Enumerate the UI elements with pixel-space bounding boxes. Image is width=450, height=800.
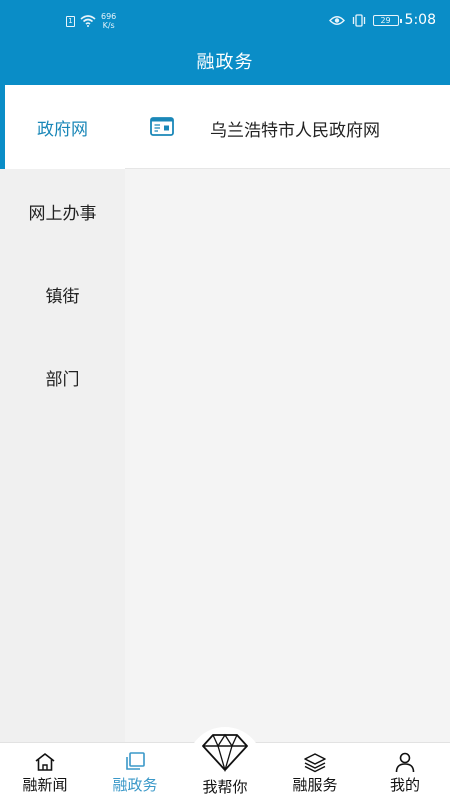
sidebar-item-label: 镇街 (45, 286, 80, 307)
network-speed-unit: K/s (102, 21, 115, 30)
page-title: 融政务 (196, 52, 254, 73)
network-speed-value: 696 (101, 12, 117, 21)
clock: 5:08 (404, 12, 436, 28)
battery-level: 29 (380, 15, 391, 25)
pages-icon (126, 752, 145, 770)
list-item-label: 乌兰浩特市人民政府网 (210, 121, 380, 141)
sidebar-item-label: 网上办事 (28, 203, 97, 224)
nav-item-news[interactable]: 融新闻 (0, 743, 90, 800)
app-header: 1 696 K/s 29 5:08 融政务 (0, 0, 450, 85)
status-right: 29 5:08 (328, 12, 436, 28)
nav-item-profile[interactable]: 我的 (360, 743, 450, 800)
nav-item-help[interactable]: 我帮你 (180, 732, 270, 800)
vibrate-icon (352, 13, 365, 27)
nav-label: 融政务 (112, 776, 158, 794)
sidebar-item-label: 部门 (45, 369, 80, 390)
list-item-government-website[interactable]: 乌兰浩特市人民政府网 (125, 85, 450, 169)
nav-label: 融服务 (292, 776, 338, 794)
status-left: 1 696 K/s (66, 12, 116, 30)
diamond-icon (202, 733, 248, 772)
eye-icon (328, 15, 345, 25)
sidebar-item-government-site[interactable]: 政府网 (0, 85, 125, 169)
sidebar-item-towns[interactable]: 镇街 (0, 252, 125, 336)
network-speed: 696 K/s (101, 12, 116, 30)
nav-label: 我的 (389, 776, 420, 794)
status-bar: 1 696 K/s 29 5:08 (0, 0, 450, 42)
nav-item-services[interactable]: 融服务 (270, 743, 360, 800)
sidebar-item-online-services[interactable]: 网上办事 (0, 169, 125, 253)
nav-item-government[interactable]: 融政务 (90, 743, 180, 800)
layers-icon (304, 753, 326, 773)
user-icon (395, 752, 415, 773)
nav-label: 融新闻 (22, 776, 68, 794)
battery-icon: 29 (372, 14, 402, 26)
wifi-icon (80, 15, 96, 27)
content-panel: 乌兰浩特市人民政府网 (125, 85, 450, 742)
home-icon (35, 753, 55, 771)
category-sidebar: 政府网 网上办事 镇街 部门 (0, 85, 125, 742)
nav-label: 我帮你 (202, 778, 248, 796)
sim-card-icon: 1 (66, 15, 75, 27)
id-card-icon (150, 117, 174, 136)
sidebar-item-label: 政府网 (37, 119, 88, 140)
sidebar-item-departments[interactable]: 部门 (0, 335, 125, 419)
